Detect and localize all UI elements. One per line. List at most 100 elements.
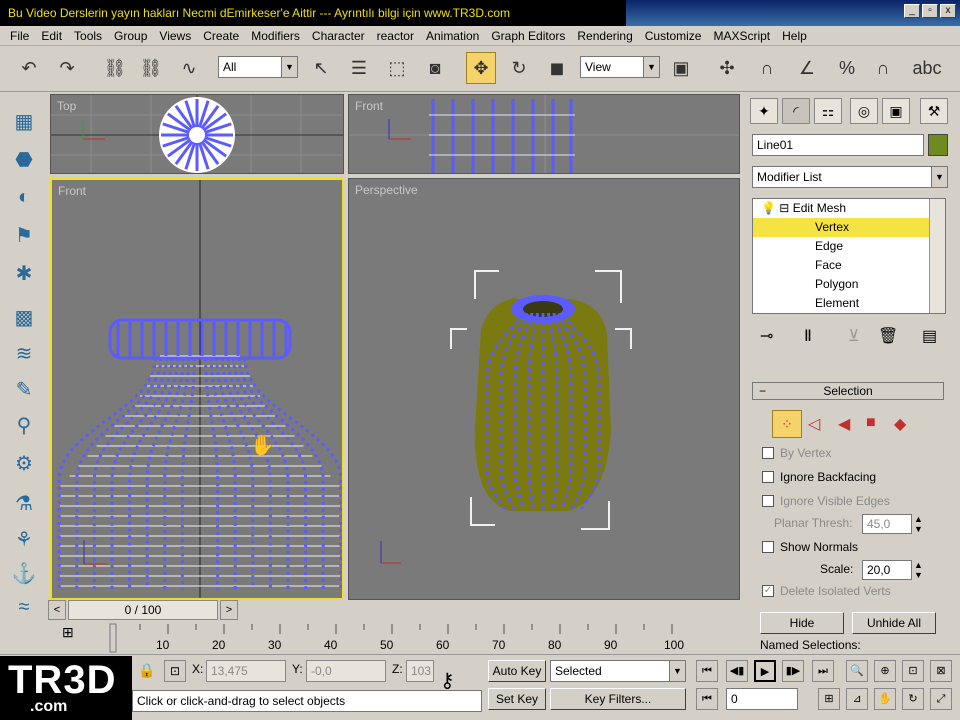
bind-space-warp-icon[interactable]: ∿: [174, 52, 204, 84]
modifiers-icon[interactable]: ≈: [8, 592, 40, 622]
y-coordinate-field[interactable]: -0,0: [306, 660, 386, 682]
field-of-view-icon[interactable]: ⊿: [846, 688, 868, 710]
stack-item-face[interactable]: Face: [753, 256, 929, 275]
element-mode-icon[interactable]: ◆: [894, 414, 906, 434]
particles-icon[interactable]: ✱: [8, 258, 40, 288]
hierarchy-tab-icon[interactable]: ⚏: [814, 98, 842, 124]
vertex-mode-icon[interactable]: ⁘: [772, 410, 802, 438]
selection-filter-dropdown[interactable]: All ▼: [218, 56, 298, 78]
close-button[interactable]: x: [940, 4, 956, 18]
select-and-scale-icon[interactable]: ◼: [542, 52, 572, 84]
menu-maxscript[interactable]: MAXScript: [707, 29, 776, 43]
angle-snap-icon[interactable]: ∠: [792, 52, 822, 84]
select-and-rotate-icon[interactable]: ↻: [504, 52, 534, 84]
minimize-button[interactable]: _: [904, 4, 920, 18]
percent-snap-icon[interactable]: %: [832, 52, 862, 84]
by-vertex-checkbox[interactable]: By Vertex: [762, 446, 831, 460]
key-mode-toggle-icon[interactable]: ⏮: [696, 688, 718, 710]
hide-button[interactable]: Hide: [760, 612, 844, 634]
delete-isolated-checkbox[interactable]: ✓ Delete Isolated Verts: [762, 584, 891, 598]
stack-root-edit-mesh[interactable]: 💡 ⊟ Edit Mesh: [753, 199, 929, 218]
spinner-icon[interactable]: ▲ ▼: [914, 560, 923, 580]
next-frame-icon[interactable]: >: [220, 600, 238, 620]
menu-graph-editors[interactable]: Graph Editors: [485, 29, 571, 43]
systems-icon[interactable]: ⚘: [8, 524, 40, 554]
select-and-move-icon[interactable]: ✥: [466, 52, 496, 84]
create-tab-icon[interactable]: ✦: [750, 98, 778, 124]
ignore-visible-edges-checkbox[interactable]: Ignore Visible Edges: [762, 494, 890, 508]
pivot-center-icon[interactable]: ▣: [666, 52, 696, 84]
manipulate-icon[interactable]: ✣: [712, 52, 742, 84]
dynamics-icon[interactable]: ✎: [8, 374, 40, 404]
modify-tab-icon[interactable]: ◜: [782, 98, 810, 124]
object-color-swatch[interactable]: [928, 134, 948, 156]
planar-thresh-field[interactable]: 45,0: [862, 514, 912, 534]
stack-scrollbar[interactable]: [929, 199, 945, 313]
prev-frame-icon[interactable]: <: [48, 600, 66, 620]
viewport-perspective[interactable]: Perspective: [348, 178, 740, 600]
show-normals-checkbox[interactable]: Show Normals: [762, 540, 858, 554]
menu-modifiers[interactable]: Modifiers: [245, 29, 306, 43]
track-bar[interactable]: ⊞ 10 20 30 40 50 60 70 80 90 100: [48, 622, 742, 654]
menu-file[interactable]: File: [4, 29, 35, 43]
zoom-all-icon[interactable]: ⊕: [874, 660, 896, 682]
arc-rotate-icon[interactable]: ↻: [902, 688, 924, 710]
absolute-mode-icon[interactable]: ⊡: [164, 660, 186, 682]
go-to-end-icon[interactable]: ⏭: [812, 660, 834, 682]
space-warps-icon[interactable]: ⚗: [8, 488, 40, 518]
stack-item-polygon[interactable]: Polygon: [753, 275, 929, 294]
configure-sets-icon[interactable]: ▤: [922, 326, 937, 346]
display-tab-icon[interactable]: ▣: [882, 98, 910, 124]
time-slider-thumb[interactable]: 0 / 100: [68, 600, 218, 620]
object-name-field[interactable]: Line01: [752, 134, 924, 156]
remove-modifier-icon[interactable]: 🗑: [878, 326, 898, 346]
objects-icon[interactable]: ▦: [8, 106, 40, 136]
redo-icon[interactable]: ↷: [52, 52, 82, 84]
menu-create[interactable]: Create: [197, 29, 245, 43]
lock-icon[interactable]: 🔒: [138, 662, 155, 679]
show-end-result-icon[interactable]: Ⅱ: [804, 326, 812, 346]
edge-mode-icon[interactable]: ◁: [808, 414, 820, 434]
utilities-tab-icon[interactable]: ⚒: [920, 98, 948, 124]
z-coordinate-field[interactable]: 103: [406, 660, 434, 682]
helpers-icon[interactable]: ⚙: [8, 448, 40, 478]
stack-item-edge[interactable]: Edge: [753, 237, 929, 256]
menu-reactor[interactable]: reactor: [371, 29, 420, 43]
menu-animation[interactable]: Animation: [420, 29, 485, 43]
select-by-name-icon[interactable]: ☰: [344, 52, 374, 84]
modifier-list-dropdown[interactable]: Modifier List ▼: [752, 166, 948, 188]
select-object-icon[interactable]: ↖: [306, 52, 336, 84]
stack-item-vertex[interactable]: Vertex: [753, 218, 929, 237]
undo-icon[interactable]: ↶: [14, 52, 44, 84]
named-selection-icon[interactable]: abc: [912, 52, 942, 84]
key-mode-dropdown[interactable]: Selected ▼: [550, 660, 686, 682]
pan-icon[interactable]: ✋: [874, 688, 896, 710]
cameras-icon[interactable]: ⚲: [8, 410, 40, 440]
spinner-snap-icon[interactable]: ∩: [868, 52, 898, 84]
pin-stack-icon[interactable]: ⊸: [760, 326, 773, 346]
stack-item-element[interactable]: Element: [753, 294, 929, 313]
key-filters-button[interactable]: Key Filters...: [550, 688, 686, 710]
set-key-button[interactable]: Set Key: [488, 688, 546, 710]
go-to-start-icon[interactable]: ⏮: [696, 660, 718, 682]
collapse-icon[interactable]: ⊟: [779, 201, 789, 215]
nurbs-icon[interactable]: ≋: [8, 338, 40, 368]
menu-edit[interactable]: Edit: [35, 29, 68, 43]
reactor-icon[interactable]: ⚓: [8, 558, 40, 588]
ref-coord-dropdown[interactable]: View ▼: [580, 56, 660, 78]
polygon-mode-icon[interactable]: ■: [866, 414, 876, 432]
menu-character[interactable]: Character: [306, 29, 371, 43]
zoom-extents-icon[interactable]: ⊡: [902, 660, 924, 682]
unlink-icon[interactable]: ⛓: [136, 52, 166, 84]
menu-tools[interactable]: Tools: [68, 29, 108, 43]
face-mode-icon[interactable]: ◀: [838, 414, 850, 434]
menu-views[interactable]: Views: [153, 29, 197, 43]
time-configuration-icon[interactable]: ⊞: [818, 688, 840, 710]
menu-group[interactable]: Group: [108, 29, 153, 43]
snap-toggle-icon[interactable]: ∩: [752, 52, 782, 84]
next-frame-button-icon[interactable]: ▮▶: [782, 660, 804, 682]
restore-button[interactable]: ▫: [922, 4, 938, 18]
selection-rollout-header[interactable]: − Selection: [752, 382, 944, 400]
viewport-front-small[interactable]: Front: [348, 94, 740, 174]
auto-key-button[interactable]: Auto Key: [488, 660, 546, 682]
